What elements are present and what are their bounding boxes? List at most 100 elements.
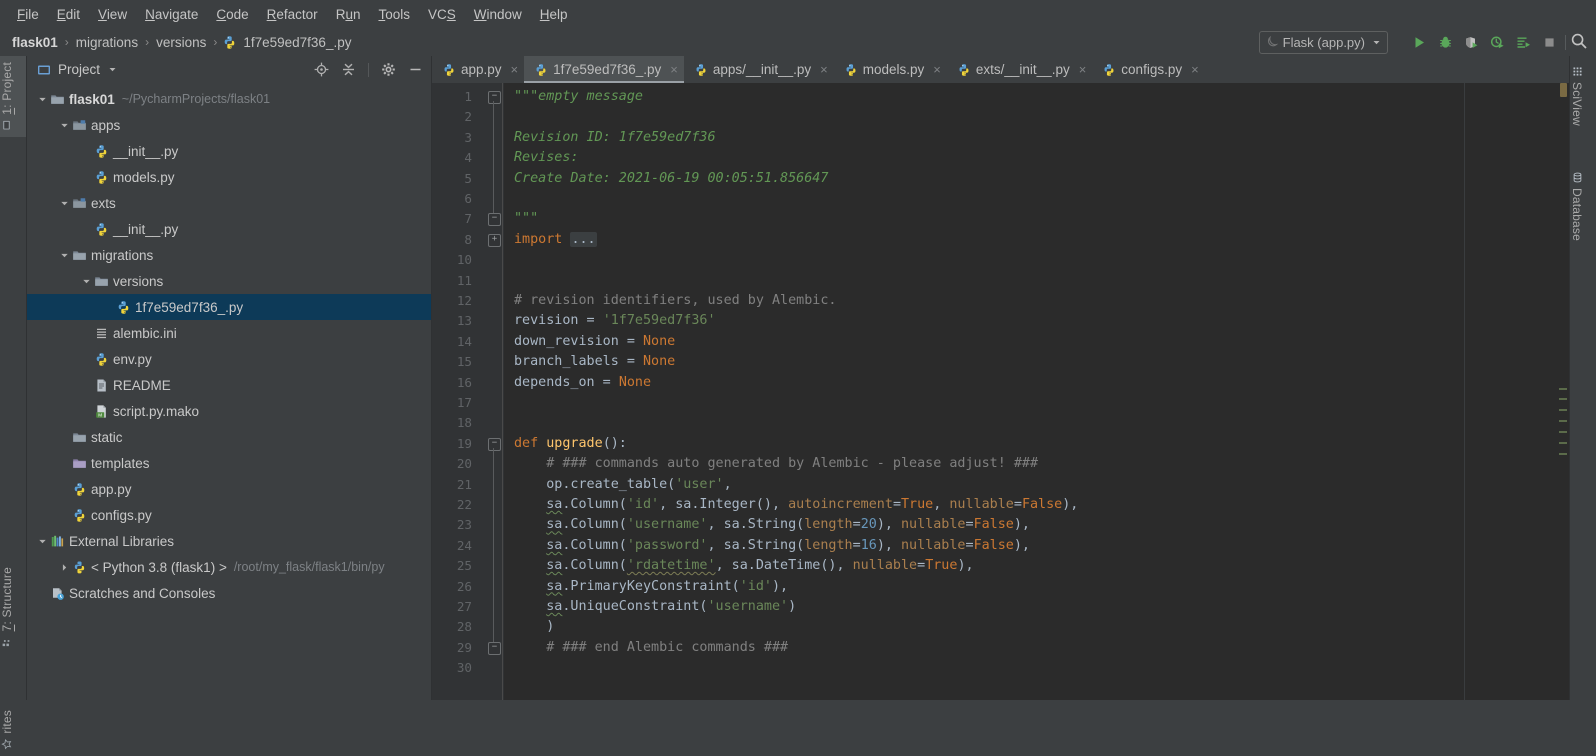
tree-item-templates[interactable]: templates (27, 450, 431, 476)
left-rail-tab-rites[interactable]: rites (0, 704, 26, 756)
editor-tab-apps---init---py[interactable]: apps/__init__.py × (684, 56, 834, 83)
run-with-console-icon[interactable] (1515, 34, 1532, 51)
tree-item-env-py[interactable]: env.py (27, 346, 431, 372)
fold-gutter[interactable] (484, 83, 504, 700)
run-coverage-icon[interactable] (1463, 34, 1480, 51)
tree-item---python-3-8--flask1---[interactable]: < Python 3.8 (flask1) > /root/my_flask/fl… (27, 554, 431, 580)
right-rail-tab-database[interactable]: Database (1570, 166, 1596, 247)
marker-stripe[interactable] (1559, 442, 1567, 444)
marker-stripe[interactable] (1559, 409, 1567, 411)
search-icon[interactable] (1570, 32, 1588, 50)
tree-item-static[interactable]: static (27, 424, 431, 450)
editor-tab-label: 1f7e59ed7f36_.py (553, 62, 662, 77)
tree-item-apps[interactable]: apps (27, 112, 431, 138)
marker-stripe[interactable] (1559, 388, 1567, 390)
project-tree[interactable]: flask01 ~/PycharmProjects/flask01 apps __in… (27, 83, 431, 700)
marker-stripe[interactable] (1559, 453, 1567, 455)
line-number: 18 (456, 415, 472, 431)
collapse-all-icon[interactable] (341, 62, 356, 77)
hide-panel-icon[interactable] (408, 62, 423, 77)
tree-item-configs-py[interactable]: configs.py (27, 502, 431, 528)
tree-item---init---py[interactable]: __init__.py (27, 216, 431, 242)
menu-item-view[interactable]: View (89, 4, 136, 25)
editor-scroll-thumb[interactable] (1560, 83, 1567, 97)
menu-item-help[interactable]: Help (531, 4, 577, 25)
fold-expand-icon[interactable]: − (488, 91, 501, 104)
chevron-down-icon[interactable] (57, 251, 71, 260)
run-icon[interactable] (1411, 34, 1428, 51)
fold-expand-icon[interactable]: − (488, 641, 501, 655)
menu-item-tools[interactable]: Tools (369, 4, 419, 25)
menu-item-refactor[interactable]: Refactor (258, 4, 327, 25)
close-icon[interactable]: × (1191, 62, 1199, 77)
settings-gear-icon[interactable] (381, 62, 396, 77)
menu-item-navigate[interactable]: Navigate (136, 4, 207, 25)
locate-target-icon[interactable] (314, 62, 329, 77)
menu-item-edit[interactable]: Edit (48, 4, 89, 25)
tree-item-label: templates (91, 455, 150, 471)
code-content[interactable]: """empty message Revision ID: 1f7e59ed7f3… (504, 83, 1569, 700)
close-icon[interactable]: × (820, 62, 828, 77)
chevron-down-icon[interactable] (108, 65, 117, 74)
breadcrumb-separator: › (213, 35, 218, 49)
left-rail-tab-structure[interactable]: 7: Structure (0, 561, 26, 653)
menu-item-code[interactable]: Code (207, 4, 257, 25)
fold-expand-icon[interactable]: − (488, 213, 501, 227)
tree-item-models-py[interactable]: models.py (27, 164, 431, 190)
tree-item-exts[interactable]: exts (27, 190, 431, 216)
fold-expand-icon[interactable]: − (488, 437, 501, 451)
editor-tab-app-py[interactable]: app.py × (432, 56, 524, 83)
tree-item-scratches-and-consoles[interactable]: Scratches and Consoles (27, 580, 431, 606)
close-icon[interactable]: × (1079, 62, 1087, 77)
fold-expand-icon[interactable]: + (488, 233, 501, 247)
run-configuration-selector[interactable]: Flask (app.py) (1258, 31, 1388, 54)
tree-item-readme[interactable]: README (27, 372, 431, 398)
chevron-right-icon[interactable] (57, 563, 71, 572)
debug-icon[interactable] (1437, 34, 1454, 51)
editor-marker-bar[interactable] (1557, 83, 1569, 700)
editor-tab-configs-py[interactable]: configs.py × (1092, 56, 1204, 83)
chevron-down-icon[interactable] (35, 537, 49, 546)
breadcrumb-item-1[interactable]: migrations (74, 34, 140, 51)
line-number: 17 (456, 395, 472, 410)
code-line: sa.Column('rdatetime', sa.DateTime(), nu… (546, 558, 974, 574)
menu-item-run[interactable]: Run (327, 4, 370, 25)
code-line: sa.Column('password', sa.String(length=1… (546, 537, 1030, 553)
editor-tab-exts---init---py[interactable]: exts/__init__.py × (947, 56, 1092, 83)
marker-stripe[interactable] (1559, 420, 1567, 422)
marker-stripe[interactable] (1559, 431, 1567, 433)
close-icon[interactable]: × (670, 62, 678, 77)
chevron-down-icon[interactable] (35, 95, 49, 104)
tree-item-script-py-mako[interactable]: Mscript.py.mako (27, 398, 431, 424)
chevron-down-icon[interactable] (57, 199, 71, 208)
breadcrumb-item-0[interactable]: flask01 (10, 34, 60, 51)
menu-item-vcs[interactable]: VCS (419, 4, 465, 25)
menu-item-window[interactable]: Window (465, 4, 531, 25)
editor-tab-models-py[interactable]: models.py × (834, 56, 947, 83)
close-icon[interactable]: × (511, 62, 519, 77)
tree-item-app-py[interactable]: app.py (27, 476, 431, 502)
tree-item-flask01[interactable]: flask01 ~/PycharmProjects/flask01 (27, 86, 431, 112)
tree-item-1f7e59ed7f36--py[interactable]: 1f7e59ed7f36_.py (27, 294, 431, 320)
right-rail-tab-sciview[interactable]: SciView (1570, 60, 1596, 132)
left-rail-tab-project[interactable]: 1: Project (0, 56, 26, 137)
tree-item-alembic-ini[interactable]: alembic.ini (27, 320, 431, 346)
menu-item-file[interactable]: File (8, 4, 48, 25)
breadcrumb-item-3[interactable]: 1f7e59ed7f36_.py (241, 34, 353, 51)
code-editor[interactable]: 1 2 3 4 5 6 7 8 10 11 12 13 14 15 16 17 18 19 20 21 22 23 24 25… (432, 83, 1569, 700)
marker-stripe[interactable] (1559, 398, 1567, 400)
chevron-down-icon[interactable] (79, 277, 93, 286)
close-icon[interactable]: × (933, 62, 941, 77)
line-number: 29 (456, 639, 472, 655)
right-rail-tab-label: SciView (1570, 82, 1584, 126)
tree-item-external-libraries[interactable]: External Libraries (27, 528, 431, 554)
editor-tab-1f7e59ed7f36--py[interactable]: 1f7e59ed7f36_.py × (524, 56, 684, 83)
navigation-bar: flask01 › migrations › versions › 1f7e59ed7f36… (0, 28, 1596, 56)
chevron-down-icon[interactable] (57, 121, 71, 130)
tree-item---init---py[interactable]: __init__.py (27, 138, 431, 164)
line-number: 16 (456, 374, 472, 390)
breadcrumb-item-2[interactable]: versions (154, 34, 208, 51)
tree-item-versions[interactable]: versions (27, 268, 431, 294)
tree-item-migrations[interactable]: migrations (27, 242, 431, 268)
profile-icon[interactable] (1489, 34, 1506, 51)
